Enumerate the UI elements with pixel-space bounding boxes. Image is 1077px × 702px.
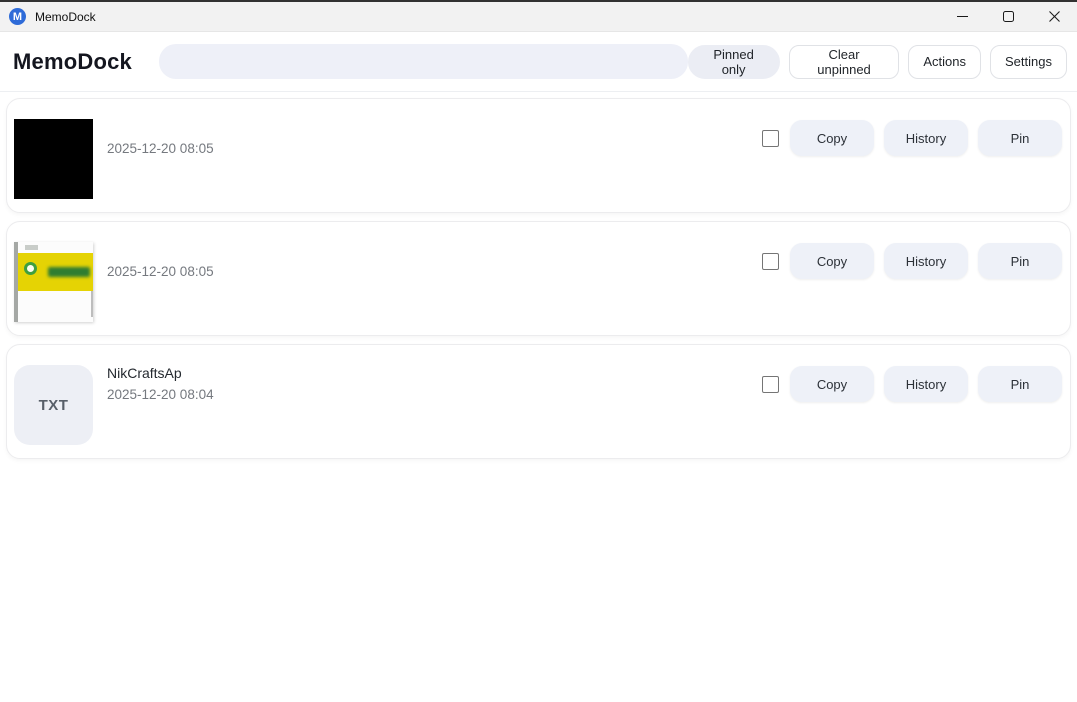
image-thumbnail-black [14,119,93,199]
item-timestamp: 2025-12-20 08:05 [107,141,214,156]
screenshot-detail [91,291,93,317]
clipboard-item-card: 2025-12-20 08:05 Copy History Pin [6,221,1071,336]
pinned-only-toggle[interactable]: Pinned only [687,44,780,79]
clipboard-item-list: 2025-12-20 08:05 Copy History Pin 2025-1… [0,92,1077,465]
image-thumbnail-screenshot [14,242,93,322]
txt-type-badge: TXT [14,365,93,445]
item-actions: Copy History Pin [762,366,1062,402]
copy-button[interactable]: Copy [790,243,874,279]
maximize-icon [1002,11,1014,22]
item-checkbox[interactable] [762,129,779,147]
settings-button[interactable]: Settings [990,44,1067,79]
screenshot-yellow-band [18,253,93,291]
window-controls [939,2,1077,31]
pin-button[interactable]: Pin [978,366,1062,402]
app-logo-icon: M [9,8,26,25]
item-title [107,119,762,141]
maximize-button[interactable] [985,2,1031,31]
clear-unpinned-button[interactable]: Clear unpinned [788,44,900,79]
item-checkbox[interactable] [762,252,779,270]
header: MemoDock Pinned only Clear unpinned Acti… [0,32,1077,92]
app-window: M MemoDock MemoDock Pinned only Clear un… [0,0,1077,702]
clipboard-item-card: 2025-12-20 08:05 Copy History Pin [6,98,1071,213]
clipboard-item-card: TXT NikCraftsAp 2025-12-20 08:04 Copy Hi… [6,344,1071,459]
page-title: MemoDock [13,48,132,74]
header-buttons: Pinned only Clear unpinned Actions Setti… [687,44,1067,79]
item-text-column: 2025-12-20 08:05 [107,242,762,280]
minimize-button[interactable] [939,2,985,31]
screenshot-logo-mark [24,262,37,275]
item-timestamp: 2025-12-20 08:05 [107,264,214,279]
history-button[interactable]: History [884,243,968,279]
item-actions: Copy History Pin [762,120,1062,156]
window-title: MemoDock [35,9,96,24]
item-checkbox[interactable] [762,375,779,393]
screenshot-blurred-text [48,267,90,277]
item-title: NikCraftsAp [107,365,182,381]
pin-button[interactable]: Pin [978,243,1062,279]
history-button[interactable]: History [884,366,968,402]
titlebar: M MemoDock [0,2,1077,32]
close-icon [1048,11,1060,22]
history-button[interactable]: History [884,120,968,156]
item-title [107,242,762,264]
copy-button[interactable]: Copy [790,120,874,156]
screenshot-detail [25,245,38,250]
close-button[interactable] [1031,2,1077,31]
item-timestamp: 2025-12-20 08:04 [107,387,214,402]
actions-button[interactable]: Actions [908,44,982,79]
copy-button[interactable]: Copy [790,366,874,402]
search-input[interactable] [158,44,688,79]
pin-button[interactable]: Pin [978,120,1062,156]
minimize-icon [956,16,968,17]
item-text-column: NikCraftsAp 2025-12-20 08:04 [107,365,762,403]
item-text-column: 2025-12-20 08:05 [107,119,762,157]
item-actions: Copy History Pin [762,243,1062,279]
